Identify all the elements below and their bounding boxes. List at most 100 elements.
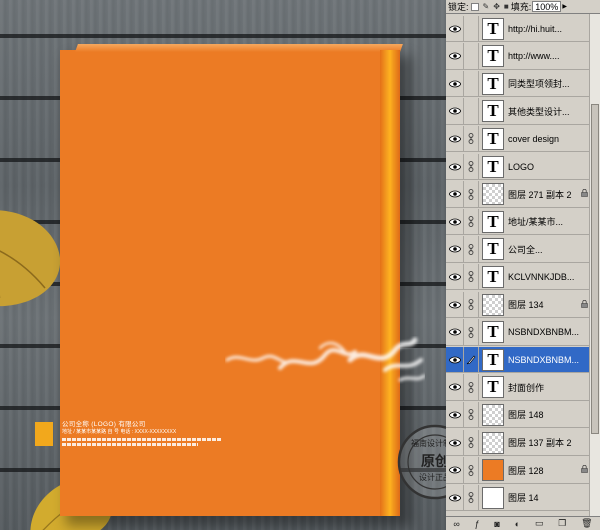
leaf-decoration-left: [0, 210, 61, 307]
layer-row[interactable]: T KCLVNNKJDB...: [446, 263, 589, 291]
layer-row[interactable]: 图层 128: [446, 457, 589, 484]
visibility-eye-icon[interactable]: [446, 346, 464, 373]
layer-name: 图层 134: [508, 300, 544, 310]
visibility-eye-icon[interactable]: [446, 457, 464, 484]
visibility-eye-icon[interactable]: [446, 236, 464, 263]
link-chain-icon[interactable]: [464, 263, 479, 290]
book-address: 地址 / 某某市某某路 自 号 电话 : XXXX-XXXXXXXX: [62, 429, 177, 435]
watermark-stamp: 福南设计制作 原创 设计正品: [397, 424, 446, 500]
lock-pixels-icon[interactable]: ✎: [483, 2, 490, 11]
layer-row[interactable]: T 地址/某某市...: [446, 208, 589, 236]
visibility-eye-icon[interactable]: [446, 153, 464, 180]
link-chain-icon[interactable]: [464, 153, 479, 180]
layer-row[interactable]: 图层 271 副本 2: [446, 181, 589, 208]
link-chain-icon[interactable]: [464, 43, 479, 70]
visibility-eye-icon[interactable]: [446, 291, 464, 318]
visibility-eye-icon[interactable]: [446, 181, 464, 208]
lock-icon: [579, 299, 589, 310]
visibility-eye-icon[interactable]: [446, 484, 464, 511]
link-layers-icon[interactable]: ∞: [453, 519, 459, 529]
brush-icon[interactable]: [464, 346, 479, 373]
layer-row[interactable]: 图层 14: [446, 484, 589, 512]
fill-label: 填充:: [510, 2, 532, 12]
link-chain-icon[interactable]: [464, 319, 479, 346]
delete-layer-icon[interactable]: 🗑: [581, 518, 592, 529]
layers-panel: Thttp://hi.huit... Thttp://www.... T 同类型项领封…: [446, 14, 600, 516]
link-chain-icon[interactable]: [464, 125, 479, 152]
layer-style-icon[interactable]: ƒ: [475, 519, 480, 529]
layer-thumbnail: [482, 431, 504, 454]
adjustment-layer-icon[interactable]: ◐: [515, 519, 520, 529]
layer-row[interactable]: T 封面创作: [446, 374, 589, 401]
book-top-edge: [75, 44, 403, 52]
visibility-eye-icon[interactable]: [446, 125, 464, 152]
layer-name: 图层 137 副本 2: [508, 438, 572, 448]
lock-transparent-checkbox[interactable]: [470, 2, 479, 11]
layer-row[interactable]: T LOGO: [446, 153, 589, 180]
document-canvas[interactable]: 公司全称 (LOGO) 有限公司 地址 / 某某市某某路 自 号 电话 : XX…: [0, 0, 446, 530]
visibility-eye-icon[interactable]: [446, 43, 464, 70]
layer-thumbnail: [482, 293, 504, 316]
visibility-eye-icon[interactable]: [446, 263, 464, 290]
layer-name: LOGO: [508, 161, 535, 172]
link-chain-icon[interactable]: [464, 401, 479, 428]
stamp-top-text: 福南设计制作: [411, 438, 446, 448]
link-chain-icon[interactable]: [464, 374, 479, 401]
visibility-eye-icon[interactable]: [446, 98, 464, 125]
lock-position-icon[interactable]: ✥: [493, 2, 500, 11]
layer-row[interactable]: T 公司全...: [446, 236, 589, 263]
stamp-sub-text: 设计正品: [419, 472, 446, 482]
new-layer-icon[interactable]: ❐: [558, 518, 566, 529]
link-chain-icon[interactable]: [464, 15, 479, 42]
visibility-eye-icon[interactable]: [446, 429, 464, 456]
link-chain-icon[interactable]: [464, 429, 479, 456]
visibility-eye-icon[interactable]: [446, 401, 464, 428]
lock-all-icon[interactable]: ■: [504, 2, 509, 11]
text-layer-thumbnail-icon: T: [482, 100, 504, 123]
link-chain-icon[interactable]: [464, 181, 479, 208]
layers-bottom-toolbar: ∞ ƒ ◙ ◐ ▭ ❐ 🗑: [446, 516, 600, 530]
stamp-center-text: 原创: [421, 453, 446, 470]
layer-name: 图层 128: [508, 465, 544, 476]
layer-name: KCLVNNKJDB...: [508, 271, 575, 282]
layer-thumbnail: [482, 403, 504, 426]
layer-row[interactable]: T 同类型项领封...: [446, 70, 589, 98]
layer-mask-icon[interactable]: ◙: [494, 519, 499, 529]
layer-name: NSBNDXBNBM...: [508, 354, 580, 365]
layer-row[interactable]: 图层 148: [446, 401, 589, 429]
visibility-eye-icon[interactable]: [446, 374, 464, 401]
link-chain-icon[interactable]: [464, 98, 479, 125]
layer-row[interactable]: Tcover design: [446, 125, 589, 153]
visibility-eye-icon[interactable]: [446, 15, 464, 42]
layer-row[interactable]: Thttp://www....: [446, 43, 589, 70]
layer-row[interactable]: 图层 134: [446, 291, 589, 318]
layer-name: 封面创作: [508, 382, 545, 393]
lock-icon: [579, 189, 589, 199]
layer-row[interactable]: Thttp://hi.huit...: [446, 15, 589, 42]
link-chain-icon[interactable]: [464, 291, 479, 318]
layer-name: 图层 271 副本 2: [508, 189, 572, 200]
link-chain-icon[interactable]: [464, 236, 479, 263]
layers-scroll-thumb[interactable]: [591, 104, 599, 434]
visibility-eye-icon[interactable]: [446, 319, 464, 346]
visibility-eye-icon[interactable]: [446, 70, 464, 97]
layer-name: 同类型项领封...: [508, 79, 570, 90]
new-group-icon[interactable]: ▭: [535, 518, 544, 529]
visibility-eye-icon[interactable]: [446, 208, 464, 235]
layer-row[interactable]: T NSBNDXBNBM...: [446, 319, 589, 346]
link-chain-icon[interactable]: [464, 208, 479, 235]
layers-scrollbar[interactable]: [589, 14, 600, 516]
fill-dropdown-icon[interactable]: ▶: [562, 3, 567, 10]
layer-row[interactable]: T NSBNDXBNBM...: [446, 346, 589, 374]
layer-name: http://hi.huit...: [508, 23, 563, 34]
fill-input[interactable]: 100%: [532, 1, 562, 12]
text-layer-thumbnail-icon: T: [482, 321, 504, 344]
link-chain-icon[interactable]: [464, 457, 479, 484]
layer-row[interactable]: T 其他类型设计...: [446, 98, 589, 125]
layer-name: 图层 14: [508, 493, 539, 504]
link-chain-icon[interactable]: [464, 70, 479, 97]
layer-name: NSBNDXBNBM...: [508, 327, 580, 338]
layer-row[interactable]: 图层 137 副本 2: [446, 429, 589, 456]
book-company-name: 公司全称 (LOGO) 有限公司: [62, 421, 146, 428]
link-chain-icon[interactable]: [464, 484, 479, 511]
